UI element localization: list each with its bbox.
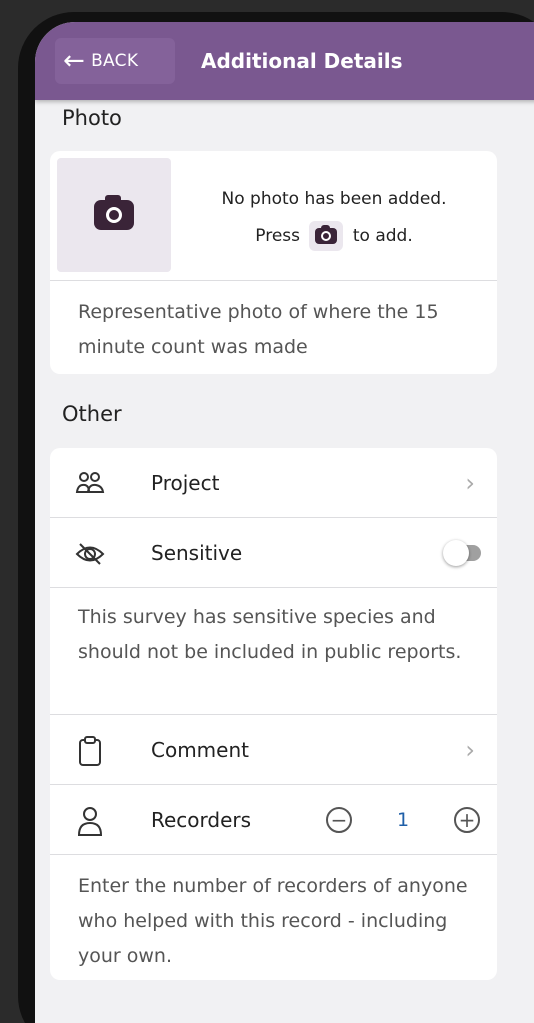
- other-card: Project › Sensitive This survey has sens…: [50, 448, 497, 980]
- recorders-stepper: − 1 +: [326, 806, 480, 833]
- toggle-knob: [443, 539, 469, 566]
- sensitive-row: Sensitive: [50, 518, 497, 588]
- recorders-row: Recorders − 1 +: [50, 785, 497, 855]
- photo-section-label: Photo: [62, 106, 122, 130]
- project-label: Project: [151, 470, 220, 495]
- camera-icon: [94, 195, 134, 230]
- chevron-right-icon: ›: [465, 468, 475, 497]
- to-add-text: to add.: [352, 226, 413, 246]
- header-bar: ← BACK Additional Details: [35, 22, 534, 100]
- app-screen: ← BACK Additional Details Photo No photo…: [35, 22, 534, 1023]
- eye-off-icon: [75, 543, 105, 565]
- photo-message-line1: No photo has been added.: [221, 189, 447, 209]
- inline-camera-button[interactable]: [309, 221, 344, 251]
- clipboard-icon: [79, 736, 101, 766]
- camera-icon: [315, 225, 338, 244]
- comment-label: Comment: [151, 737, 249, 762]
- sensitive-note: This survey has sensitive species and sh…: [50, 588, 497, 715]
- back-button[interactable]: ← BACK: [55, 38, 175, 84]
- press-text: Press: [255, 226, 301, 246]
- photo-card: No photo has been added. Press to add. R…: [50, 151, 497, 374]
- person-icon: [77, 807, 103, 836]
- recorders-count: 1: [396, 808, 410, 831]
- photo-message-line2: Press to add.: [181, 218, 487, 255]
- back-label: BACK: [91, 51, 139, 71]
- recorders-note: Enter the number of recorders of anyone …: [78, 875, 468, 967]
- users-icon: [75, 472, 105, 493]
- chevron-right-icon: ›: [465, 735, 475, 764]
- back-arrow-icon: ←: [63, 46, 86, 76]
- photo-message: No photo has been added. Press to add.: [181, 181, 487, 255]
- increment-button[interactable]: +: [454, 806, 480, 833]
- comment-row[interactable]: Comment ›: [50, 715, 497, 785]
- decrement-button[interactable]: −: [326, 806, 352, 833]
- photo-row: No photo has been added. Press to add.: [50, 151, 497, 281]
- add-photo-button[interactable]: [57, 158, 171, 272]
- page-title: Additional Details: [201, 49, 403, 73]
- recorders-label: Recorders: [151, 807, 252, 832]
- project-row[interactable]: Project ›: [50, 448, 497, 518]
- other-section-label: Other: [62, 402, 122, 426]
- sensitive-label: Sensitive: [151, 540, 243, 565]
- sensitive-toggle[interactable]: [443, 539, 481, 566]
- photo-note: Representative photo of where the 15 min…: [78, 301, 439, 358]
